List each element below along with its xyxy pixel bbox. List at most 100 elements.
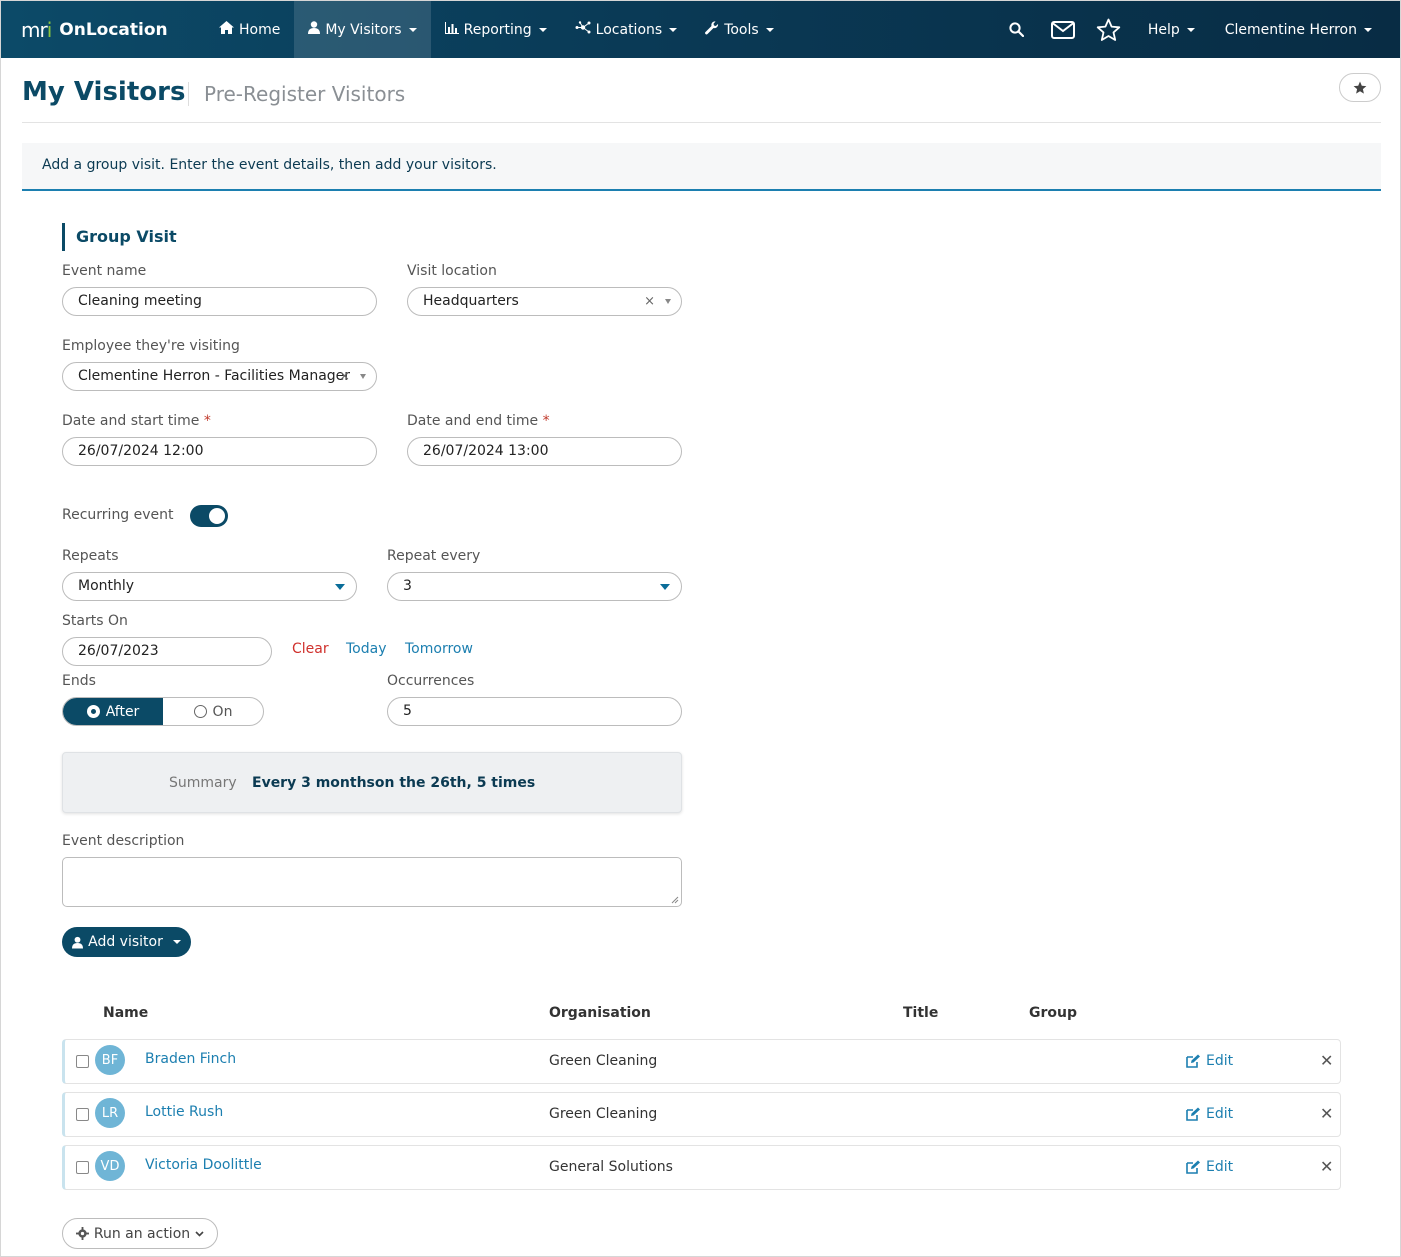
edit-visitor-button[interactable]: Edit	[1186, 1159, 1233, 1175]
row-checkbox[interactable]	[76, 1108, 89, 1121]
visitor-organisation: Green Cleaning	[549, 1053, 658, 1069]
row-checkbox[interactable]	[76, 1161, 89, 1174]
user-icon	[308, 21, 321, 38]
top-navbar: mri OnLocation Home My Visitors Reportin…	[1, 1, 1400, 58]
visitor-organisation: Green Cleaning	[549, 1106, 658, 1122]
column-header-title[interactable]: Title	[903, 1005, 938, 1021]
repeat-every-label: Repeat every	[387, 548, 481, 564]
visitor-row: BF Braden Finch Green Cleaning Edit ✕	[62, 1039, 1341, 1084]
occurrences-label: Occurrences	[387, 673, 475, 689]
brand-logo[interactable]: mri OnLocation	[21, 18, 205, 42]
occurrences-input[interactable]: 5	[387, 697, 682, 726]
repeats-select[interactable]: Monthly	[62, 572, 357, 601]
edit-icon	[1186, 1107, 1200, 1121]
remove-visitor-button[interactable]: ✕	[1320, 1157, 1333, 1176]
visitor-organisation: General Solutions	[549, 1159, 673, 1175]
clear-selection-icon[interactable]: ×	[644, 288, 655, 315]
repeat-every-select[interactable]: 3	[387, 572, 682, 601]
header-divider	[22, 122, 1381, 123]
visitor-row: VD Victoria Doolittle General Solutions …	[62, 1145, 1341, 1190]
nav-reporting[interactable]: Reporting	[431, 1, 561, 58]
chevron-down-icon	[669, 27, 678, 32]
nav-user-menu[interactable]: Clementine Herron	[1195, 1, 1372, 58]
remove-visitor-button[interactable]: ✕	[1320, 1104, 1333, 1123]
column-header-name[interactable]: Name	[103, 1005, 148, 1021]
repeat-every-value: 3	[403, 578, 412, 594]
column-header-organisation[interactable]: Organisation	[549, 1005, 651, 1021]
tomorrow-link[interactable]: Tomorrow	[405, 641, 473, 657]
starts-on-input[interactable]: 26/07/2023	[62, 637, 272, 666]
chevron-down-icon	[195, 1230, 204, 1237]
start-time-label: Date and start time *	[62, 413, 211, 429]
run-action-button[interactable]: Run an action	[62, 1218, 218, 1249]
nav-help[interactable]: Help	[1132, 1, 1195, 58]
nav-home[interactable]: Home	[205, 1, 294, 58]
start-time-input[interactable]: 26/07/2024 12:00	[62, 437, 377, 466]
edit-visitor-button[interactable]: Edit	[1186, 1106, 1233, 1122]
ends-radio-group: After On	[62, 697, 264, 726]
page-title: My Visitors	[22, 77, 186, 107]
avatar: VD	[95, 1151, 125, 1181]
title-divider	[188, 82, 189, 106]
repeats-value: Monthly	[78, 578, 135, 594]
recurring-event-toggle[interactable]	[190, 505, 228, 527]
messages-button[interactable]	[1040, 1, 1086, 58]
envelope-icon	[1050, 20, 1075, 39]
repeats-label: Repeats	[62, 548, 119, 564]
edit-visitor-button[interactable]: Edit	[1186, 1053, 1233, 1069]
visitor-row: LR Lottie Rush Green Cleaning Edit ✕	[62, 1092, 1341, 1137]
search-icon	[1009, 22, 1025, 37]
radio-unchecked-icon	[193, 705, 207, 718]
page-subtitle: Pre-Register Visitors	[204, 82, 406, 106]
clear-date-link[interactable]: Clear	[292, 641, 329, 657]
toggle-knob	[209, 508, 225, 524]
employee-label: Employee they're visiting	[62, 338, 240, 354]
employee-value: Clementine Herron - Facilities Manager	[78, 368, 351, 384]
info-banner: Add a group visit. Enter the event detai…	[22, 143, 1381, 191]
visit-location-value: Headquarters	[423, 293, 519, 309]
radio-checked-icon	[86, 705, 100, 718]
add-favorite-button[interactable]	[1339, 73, 1381, 102]
chevron-down-icon	[1186, 27, 1195, 32]
starts-on-label: Starts On	[62, 613, 128, 629]
avatar: BF	[95, 1045, 125, 1075]
visitor-name-link[interactable]: Victoria Doolittle	[145, 1157, 262, 1173]
ends-label: Ends	[62, 673, 96, 689]
bar-chart-icon	[444, 21, 459, 38]
end-time-input[interactable]: 26/07/2024 13:00	[407, 437, 682, 466]
chevron-down-icon	[538, 27, 547, 32]
dropdown-arrow-icon	[660, 584, 670, 590]
dropdown-arrow-icon	[335, 584, 345, 590]
visit-location-label: Visit location	[407, 263, 497, 279]
visitor-name-link[interactable]: Braden Finch	[145, 1051, 236, 1067]
section-title-group-visit: Group Visit	[62, 223, 177, 251]
nav-tools[interactable]: Tools	[691, 1, 788, 58]
column-header-group[interactable]: Group	[1029, 1005, 1077, 1021]
summary-label: Summary	[169, 775, 237, 791]
favorites-button[interactable]	[1086, 1, 1132, 58]
brand-name: OnLocation	[59, 19, 168, 40]
edit-icon	[1186, 1054, 1200, 1068]
row-checkbox[interactable]	[76, 1055, 89, 1068]
event-description-textarea[interactable]	[62, 857, 682, 907]
nav-my-visitors[interactable]: My Visitors	[294, 1, 431, 58]
employee-select[interactable]: Clementine Herron - Facilities Manager ×	[62, 362, 377, 391]
clear-selection-icon[interactable]: ×	[339, 363, 350, 390]
event-name-label: Event name	[62, 263, 147, 279]
visit-location-select[interactable]: Headquarters ×	[407, 287, 682, 316]
today-link[interactable]: Today	[346, 641, 387, 657]
dropdown-arrow-icon	[360, 374, 366, 379]
visitor-name-link[interactable]: Lottie Rush	[145, 1104, 223, 1120]
chevron-down-icon	[172, 940, 181, 944]
nav-locations[interactable]: Locations	[561, 1, 692, 58]
recurring-event-label: Recurring event	[62, 507, 174, 523]
chevron-down-icon	[408, 27, 417, 32]
end-time-label: Date and end time *	[407, 413, 550, 429]
search-button[interactable]	[994, 1, 1040, 58]
remove-visitor-button[interactable]: ✕	[1320, 1051, 1333, 1070]
event-name-input[interactable]: Cleaning meeting	[62, 287, 377, 316]
wrench-icon	[705, 20, 719, 39]
ends-after-option[interactable]: After	[63, 698, 163, 725]
add-visitor-button[interactable]: Add visitor	[62, 927, 191, 957]
ends-on-option[interactable]: On	[163, 698, 263, 725]
